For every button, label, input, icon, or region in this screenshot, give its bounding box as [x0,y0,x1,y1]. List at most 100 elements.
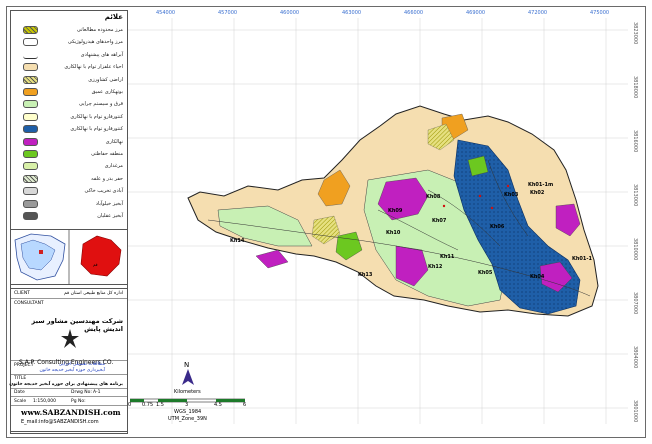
label-kh06: Kh06 [490,224,505,230]
title-block: CLIENT اداره کل منابع طبیعی استان قم CON… [9,288,128,434]
legend-label: قرق و سیستم چرایی [78,101,123,108]
label-kh04: Kh04 [530,274,545,280]
scale-tick-label: 0.75 [142,402,154,408]
north-label: N [184,361,189,369]
legend-title: علائم [104,13,123,21]
legend-item: حفر بذر و علفه [13,174,125,185]
legend-item: آبادی تخریب خاکی [13,186,125,197]
label-kh02: Kh02 [530,190,545,196]
label-kh10: Kh10 [386,230,401,236]
label-kh13: Kh13 [358,272,373,278]
easting-label: 460000 [280,10,300,16]
legend-label: مرغداری [104,163,123,170]
location-inset: قم [10,229,128,285]
label-kh03: Kh03 [504,192,519,198]
northing-label: 3818000 [632,76,638,99]
legend-label: منطقه حفاظتی [91,151,123,157]
legend-item: منطقه حفاظتی [13,149,125,160]
legend-label: آبخیز خیلوآباد [95,200,123,207]
legend-item: قرق و سیستم چرایی [13,99,125,110]
page-number-label: Pg No: [71,399,86,404]
map-canvas[interactable]: Kh14 Kh13 Kh12 Kh11 Kh10 Kh09 Kh08 Kh07 … [128,10,636,432]
legend-item: بوتهکاری عمیق [13,87,125,98]
label-kh11: Kh11 [440,254,455,260]
utm-zone: UTM_Zone_39N [168,416,207,422]
legend-label: کنتورفارو توام با نهالکاری [70,113,123,120]
drawing-number: A-1 [93,390,101,395]
legend-swatch [23,100,38,109]
legend-swatch [23,26,38,34]
legend-swatch [23,63,38,72]
legend-label: مرز واحدهای هیدرولوژیکی [67,39,123,46]
drawing-number-label: Drwg No: [71,390,92,395]
legend-item: آبخیز خیلوآباد [13,199,125,210]
label-kh09: Kh09 [388,208,403,214]
client-label: CLIENT [14,291,30,296]
project-label: PROJECT [14,363,34,368]
label-kh01-1: Kh01-1 [572,256,592,262]
map-area[interactable]: Kh14 Kh13 Kh12 Kh11 Kh10 Kh09 Kh08 Kh07 … [128,10,638,432]
legend-swatch [23,212,38,220]
svg-text:قم: قم [93,262,98,267]
easting-label: 454000 [156,10,176,16]
legend-label: آبخیز عقلیان [97,213,123,219]
legend-label: مرز محدوده مطالعاتی [76,27,123,33]
legend-item: مرز واحدهای هیدرولوژیکی [13,37,125,48]
northing-label: 3801000 [632,400,638,423]
company-logo [61,329,79,348]
consultant-label: CONSULTANT [14,301,44,306]
easting-label: 466000 [404,10,424,16]
website[interactable]: www.SABZANDISH.com [21,408,121,417]
legend-swatch [23,50,38,59]
northing-label: 3823000 [632,22,638,45]
email[interactable]: E_mail:info@SABZANDISH.com [21,419,99,425]
legend-item: نهالکاری [13,137,125,148]
easting-label: 457000 [218,10,238,16]
label-kh07: Kh07 [432,218,447,224]
legend-item: مرز محدوده مطالعاتی [13,25,125,36]
northing-label: 3816000 [632,130,638,153]
legend-swatch [23,150,38,158]
scale-tick-label: 0 [128,402,132,408]
legend-swatch [23,112,38,121]
scale-tick-label: 1.5 [156,402,164,408]
label-kh08: Kh08 [426,194,441,200]
scale-tick-label: 6 [243,402,247,408]
label-kh14: Kh14 [230,238,245,244]
date-label: Date [14,390,25,395]
legend-label: نهالکاری [105,138,123,145]
legend-item: آبخیز عقلیان [13,211,125,222]
legend-label: اراضی کشاورزی [88,76,123,83]
easting-label: 475000 [590,10,610,16]
legend-label: احیاء علفزار توام با نهالکاری [64,64,123,71]
north-arrow: N [179,359,197,387]
map-title: برنامه های پیشنهادی برای حوزه آبخیز خدیج… [9,382,123,387]
legend-swatch [23,137,38,146]
scale-value: 1:150,000 [33,399,56,404]
easting-label: 472000 [528,10,548,16]
legend-swatch [23,199,38,208]
north-arrow-icon [182,369,194,385]
legend-swatch [23,174,38,183]
scale-label: Scale [14,399,27,404]
easting-label: 463000 [342,10,362,16]
legend-swatch [23,38,38,47]
legend-label: آبادی تخریب خاکی [84,188,123,195]
project-name: مطالعات تفصیلی اجرایی [58,362,105,367]
legend-label: بوتهکاری عمیق [91,89,123,95]
legend-swatch [23,75,38,84]
client-name: اداره کل منابع طبیعی استان قم [64,291,123,296]
legend-swatch [23,125,38,134]
legend-item: کنتورفارو توام با نهالکاری [13,112,125,123]
northing-label: 3804000 [632,346,638,369]
northing-label: 3810000 [632,238,638,261]
legend-label: آبراهه های پیشنهادی [80,51,123,58]
northing-label: 3813000 [632,184,638,207]
project-name-2: آبخیزداری حوزه آبخیز خدیجه خاتون [39,368,105,373]
legend-swatch [23,88,38,96]
northing-label: 3807000 [632,292,638,315]
location-inset-map: قم [11,230,122,284]
legend-label: کنتورفارو توام با نهالکاری [70,126,123,133]
label-kh05: Kh05 [478,270,493,276]
legend-swatch [23,162,38,171]
